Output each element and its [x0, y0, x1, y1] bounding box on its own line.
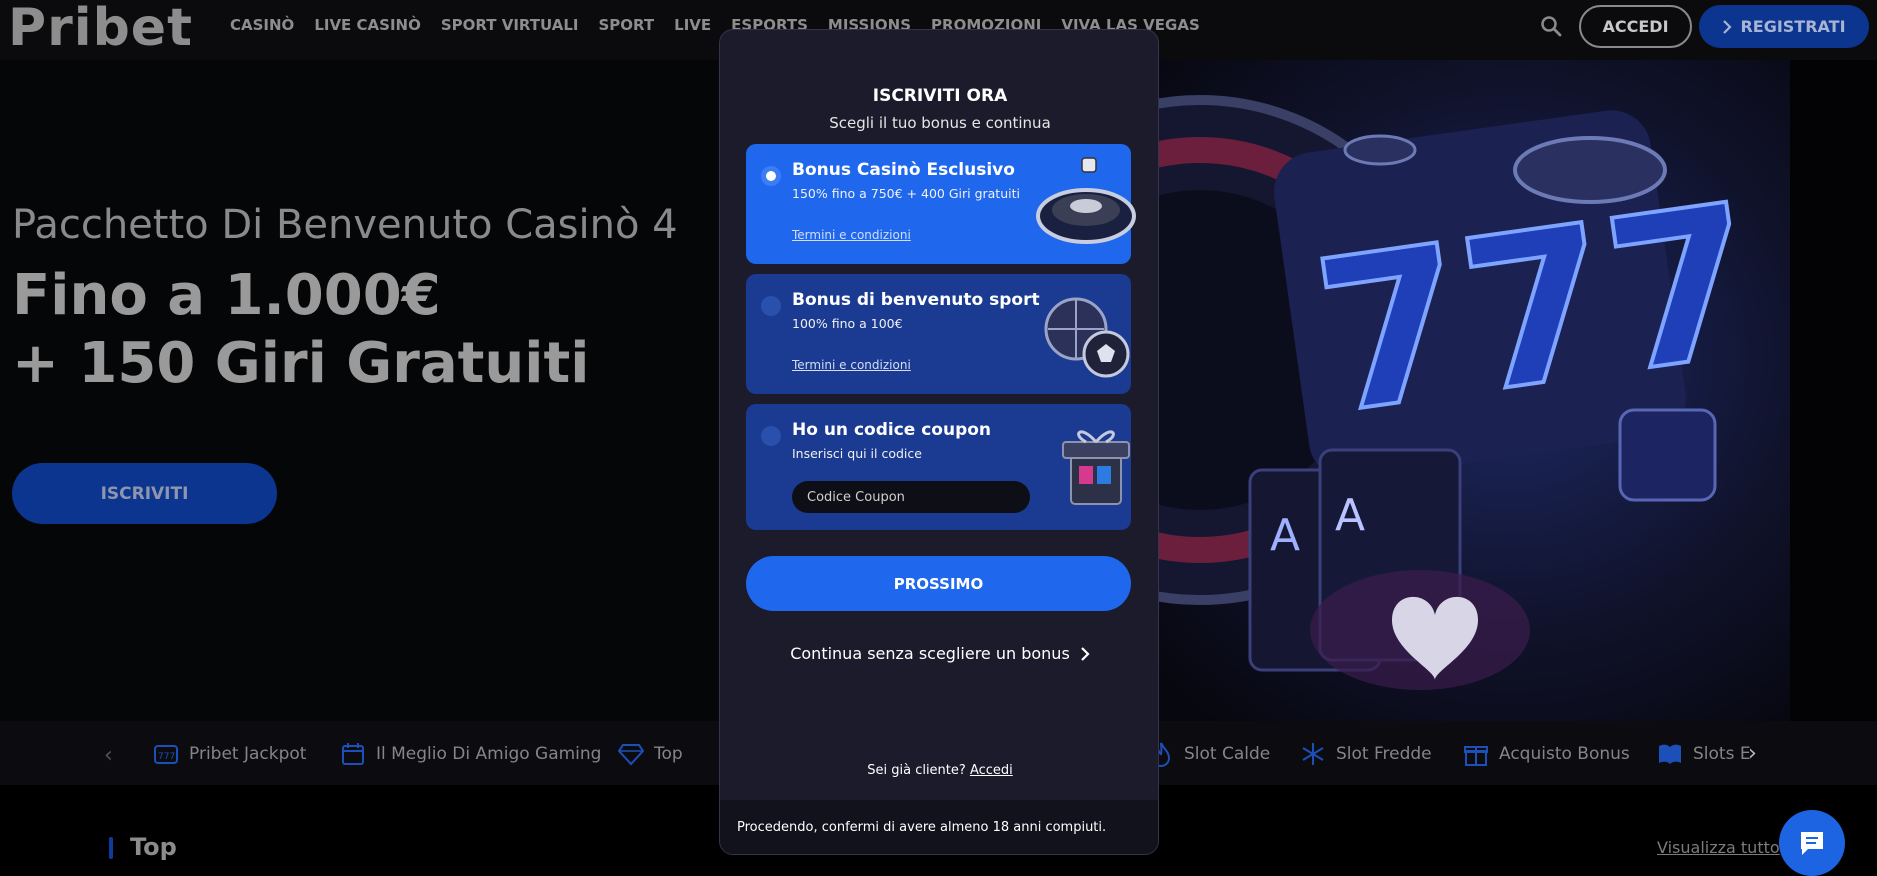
category-next-arrow[interactable]: › [1748, 741, 1757, 766]
jackpot-icon: 777 [154, 745, 178, 764]
category-slot-fredde[interactable]: Slot Fredde [1300, 741, 1432, 767]
register-button-label: REGISTRATI [1740, 17, 1846, 36]
nav-casino[interactable]: CASINÒ [230, 16, 294, 34]
already-client-text: Sei già cliente? [867, 763, 966, 778]
chat-icon [1801, 832, 1823, 855]
category-pribet-jackpot[interactable]: 777 Pribet Jackpot [153, 741, 306, 767]
gift-box-icon [1062, 430, 1130, 505]
bonus-option-description: 100% fino a 100€ [792, 316, 903, 331]
bonus-option-title: Bonus di benvenuto sport [792, 290, 1040, 310]
register-button[interactable]: REGISTRATI [1699, 5, 1869, 48]
sports-balls-icon [1044, 297, 1130, 378]
bonus-option-sport[interactable]: Bonus di benvenuto sport 100% fino a 100… [746, 274, 1131, 394]
continue-without-bonus-label: Continua senza scegliere un bonus [790, 644, 1070, 663]
hero-subtitle: Pacchetto Di Benvenuto Casinò 4 [12, 202, 678, 248]
login-button[interactable]: ACCEDI [1579, 5, 1692, 48]
next-button-label: PROSSIMO [893, 574, 984, 593]
signup-hero-button[interactable]: ISCRIVITI [12, 463, 277, 524]
category-il-meglio-di-amigo-gaming[interactable]: Il Meglio Di Amigo Gaming [340, 741, 601, 767]
calendar-icon [342, 743, 364, 765]
category-label: Il Meglio Di Amigo Gaming [376, 744, 602, 764]
bonus-radio[interactable] [761, 426, 781, 446]
casino-slot-illustration: 777 A A [1090, 60, 1790, 721]
category-label: Pribet Jackpot [189, 744, 307, 764]
category-slot-calde[interactable]: Slot Calde [1148, 741, 1270, 767]
view-all-link[interactable]: Visualizza tutto [1657, 838, 1780, 857]
snowflake-icon [1302, 743, 1324, 765]
chevron-right-icon [1723, 19, 1732, 34]
hero-art-edge [1790, 60, 1877, 721]
signup-hero-button-label: ISCRIVITI [100, 483, 189, 504]
pribet-logo[interactable]: Pribet [8, 0, 193, 56]
bonus-option-casino[interactable]: Bonus Casinò Esclusivo 150% fino a 750€ … [746, 144, 1136, 264]
section-accent-bar [109, 837, 113, 859]
category-label: Slot Fredde [1336, 744, 1432, 764]
modal-title: ISCRIVITI ORA [872, 86, 1008, 106]
signup-bonus-modal: ISCRIVITI ORA Scegli il tuo bonus e cont… [719, 29, 1159, 855]
bonus-option-description: 150% fino a 750€ + 400 Giri gratuiti [792, 186, 1020, 201]
bonus-radio[interactable] [761, 296, 781, 316]
hero-title: Fino a 1.000€ + 150 Giri Gratuiti [12, 262, 589, 398]
svg-text:A: A [1335, 490, 1365, 541]
search-icon[interactable] [1539, 14, 1563, 38]
category-label: Slot Calde [1184, 744, 1271, 764]
category-label: Top [654, 744, 683, 764]
modal-login-link[interactable]: Accedi [970, 763, 1013, 778]
hero-title-line-2: + 150 Giri Gratuiti [12, 331, 590, 396]
next-button[interactable]: PROSSIMO [746, 556, 1131, 611]
live-chat-button[interactable] [1779, 810, 1845, 876]
book-icon [1659, 744, 1681, 764]
terms-link[interactable]: Termini e condizioni [792, 228, 911, 242]
terms-link[interactable]: Termini e condizioni [792, 358, 911, 372]
bonus-option-title: Bonus Casinò Esclusivo [792, 160, 1015, 180]
nav-live-casino[interactable]: LIVE CASINÒ [314, 16, 421, 34]
category-acquisto-bonus[interactable]: Acquisto Bonus [1463, 741, 1630, 767]
chevron-right-icon [1081, 646, 1090, 661]
age-confirmation-note: Procedendo, confermi di avere almeno 18 … [737, 820, 1107, 835]
nav-sport-virtuali[interactable]: SPORT VIRTUALI [441, 16, 579, 34]
modal-footer: Procedendo, confermi di avere almeno 18 … [720, 800, 1158, 854]
bonus-radio-selected[interactable] [761, 166, 781, 186]
svg-text:A: A [1270, 510, 1300, 561]
gift-icon [1464, 746, 1488, 766]
category-label: Slots E [1693, 744, 1751, 764]
modal-subtitle: Scegli il tuo bonus e continua [829, 114, 1051, 132]
svg-text:777: 777 [158, 752, 175, 762]
category-label: Acquisto Bonus [1499, 744, 1630, 764]
hero-title-line-1: Fino a 1.000€ [12, 263, 441, 328]
bonus-option-coupon[interactable]: Ho un codice coupon Inserisci qui il cod… [746, 404, 1131, 530]
category-slots-e[interactable]: Slots E [1657, 741, 1751, 767]
already-client-line: Sei già cliente? Accedi [720, 763, 1158, 778]
category-prev-arrow[interactable]: ‹ [104, 743, 113, 768]
nav-live[interactable]: LIVE [674, 16, 711, 34]
bonus-option-description: Inserisci qui il codice [792, 446, 922, 461]
continue-without-bonus-link[interactable]: Continua senza scegliere un bonus [720, 644, 1158, 663]
diamond-icon [618, 744, 644, 766]
coupon-code-input[interactable] [792, 481, 1030, 513]
login-button-label: ACCEDI [1602, 17, 1669, 36]
bonus-option-title: Ho un codice coupon [792, 420, 992, 440]
section-title: Top [130, 833, 177, 861]
nav-sport[interactable]: SPORT [599, 16, 655, 34]
roulette-wheel-icon [1036, 157, 1136, 244]
category-top[interactable]: Top [618, 741, 683, 767]
